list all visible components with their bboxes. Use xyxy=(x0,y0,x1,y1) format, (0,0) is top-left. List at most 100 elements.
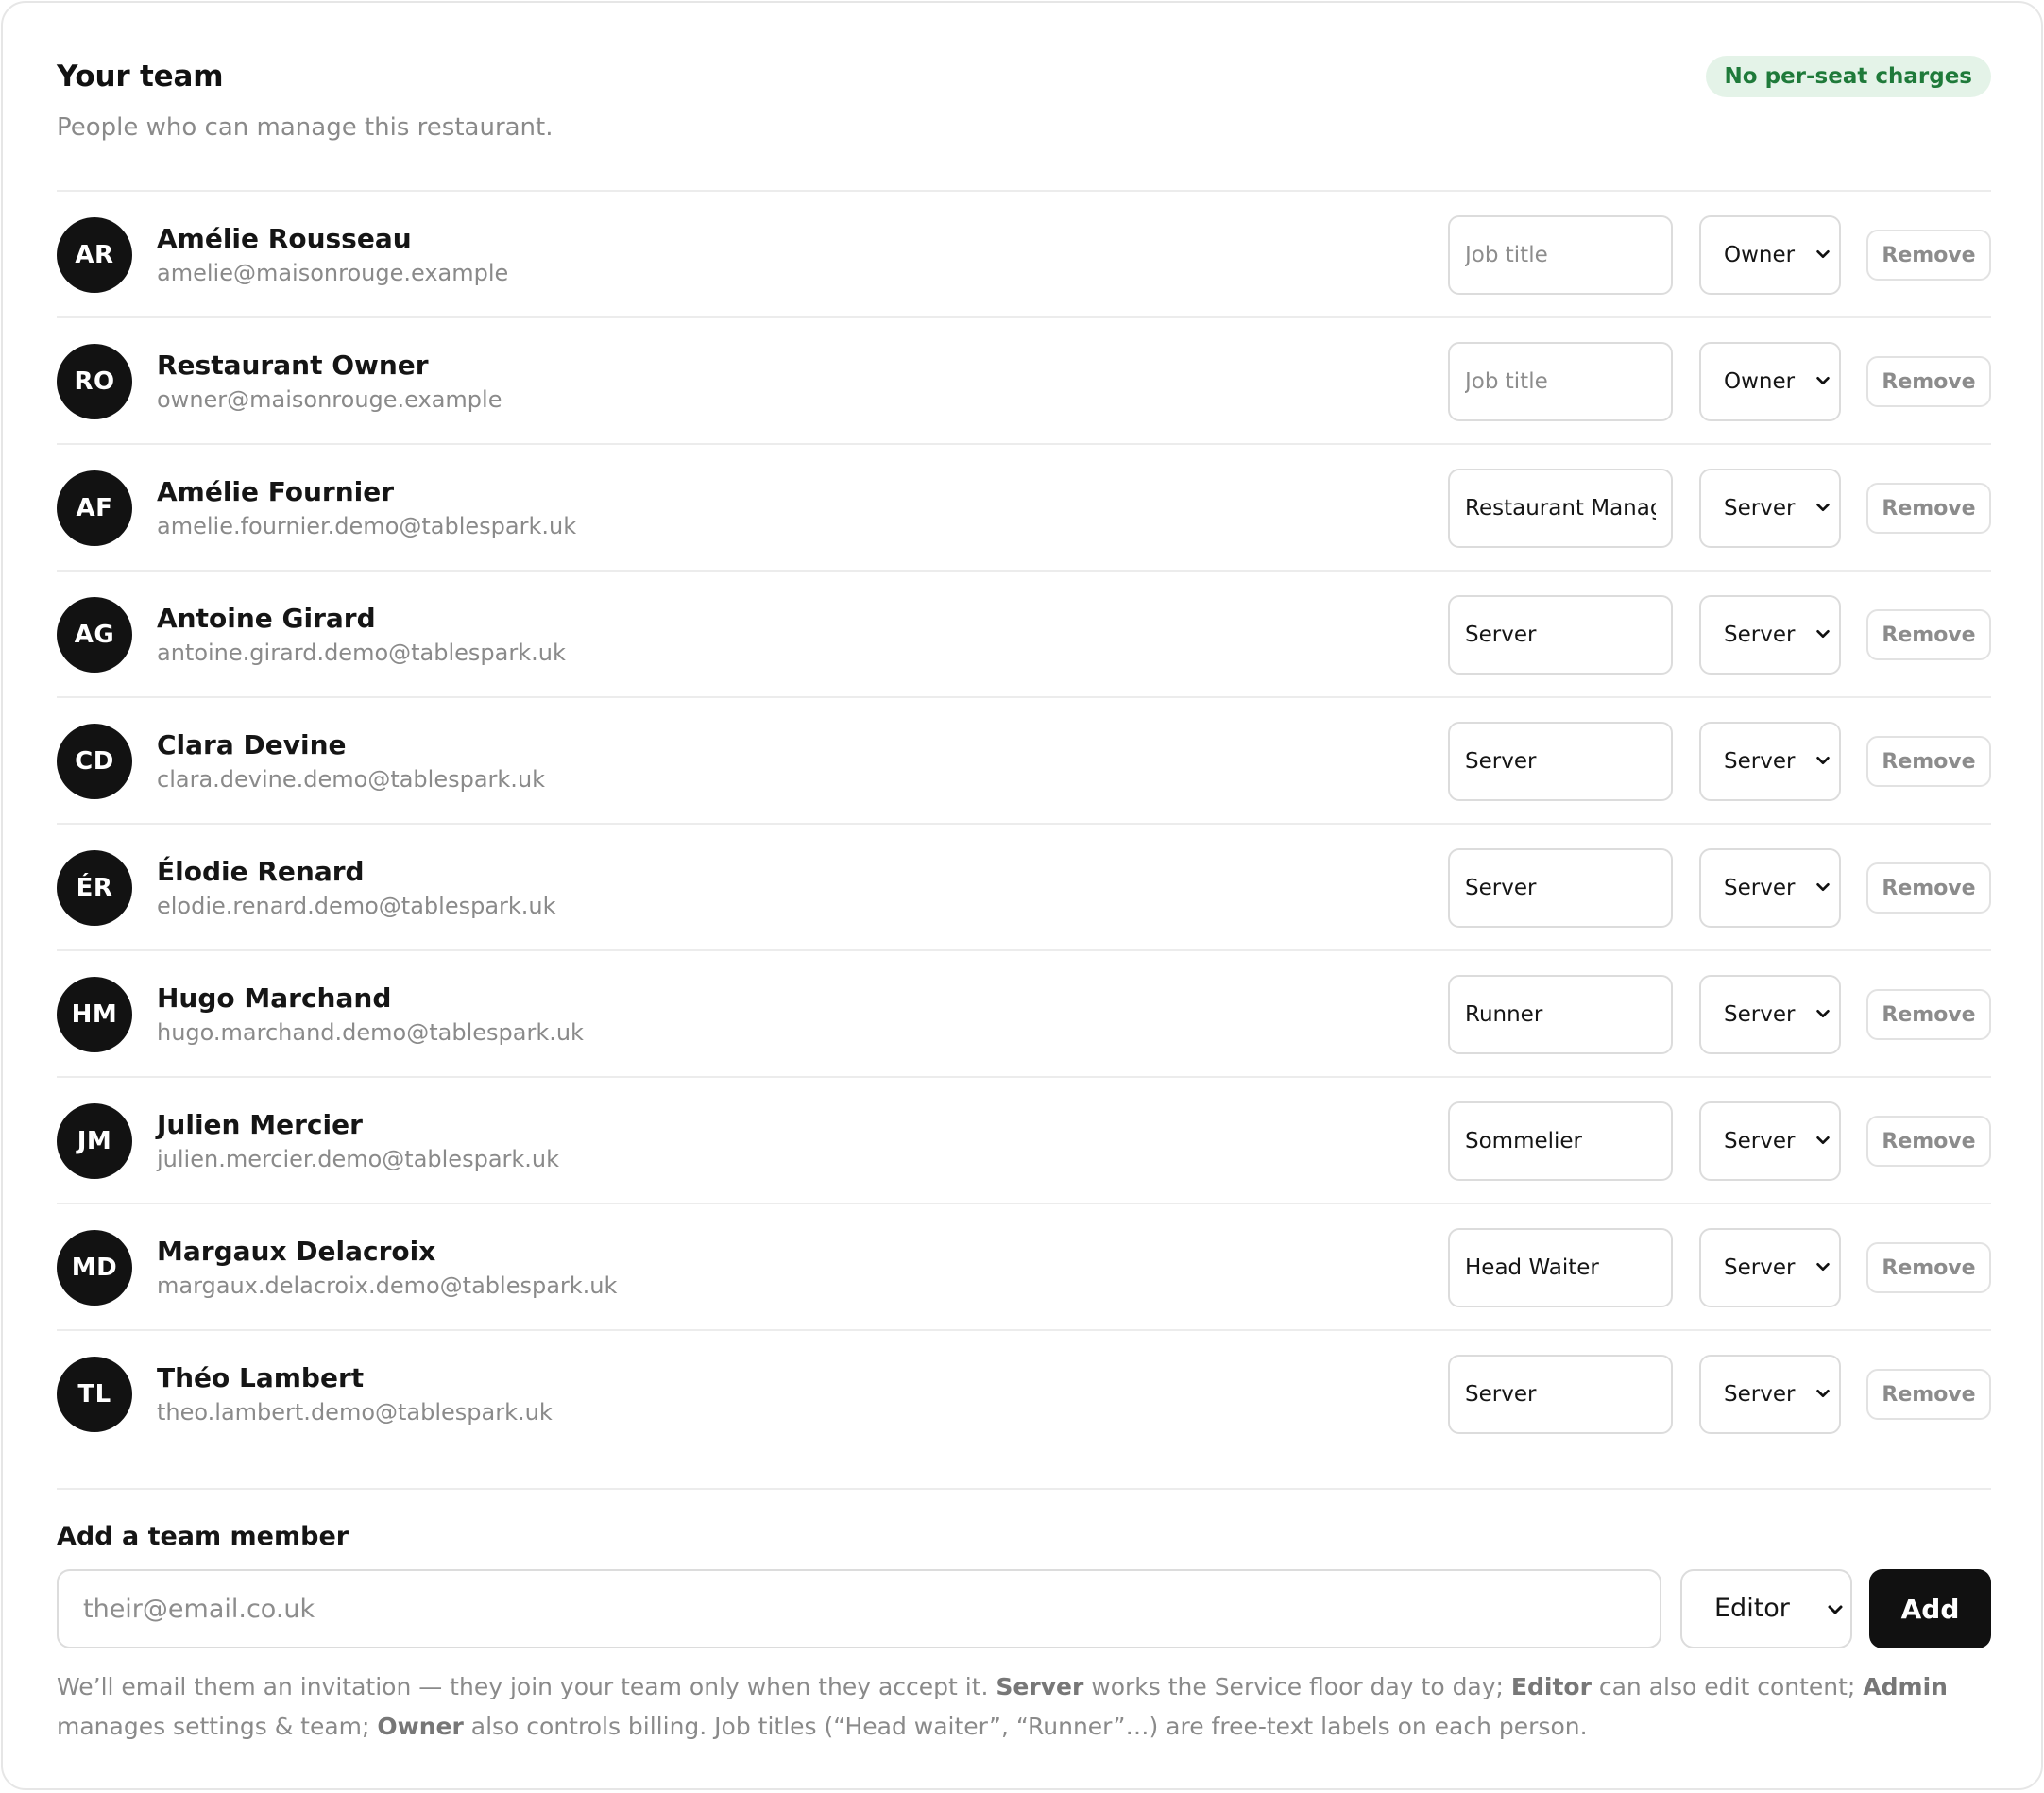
member-row: ÉR Élodie Renard elodie.renard.demo@tables… xyxy=(57,823,1991,949)
help-term-editor: Editor xyxy=(1510,1673,1592,1700)
member-email: amelie.fournier.demo@tablespark.uk xyxy=(157,513,577,539)
role-value: Server xyxy=(1724,876,1796,900)
role-value: Server xyxy=(1724,1002,1796,1027)
role-value: Server xyxy=(1724,1129,1796,1153)
member-name: Margaux Delacroix xyxy=(157,1236,436,1267)
team-card: Your team People who can manage this res… xyxy=(1,1,2043,1790)
member-row: AF Amélie Fournier amelie.fournier.demo@ta… xyxy=(57,443,1991,570)
role-select[interactable]: Server xyxy=(1699,722,1841,801)
member-email: theo.lambert.demo@tablespark.uk xyxy=(157,1399,553,1426)
invite-role-select[interactable]: Editor xyxy=(1680,1569,1852,1648)
role-select[interactable]: Server xyxy=(1699,1355,1841,1434)
chevron-down-icon xyxy=(1816,756,1830,765)
job-title-input[interactable] xyxy=(1448,469,1673,548)
help-intro: We’ll email them an invitation — they jo… xyxy=(57,1673,996,1700)
avatar: RO xyxy=(57,344,132,419)
remove-member-button[interactable]: Remove xyxy=(1866,862,1991,914)
avatar: TL xyxy=(57,1357,132,1432)
page-title: Your team xyxy=(57,60,224,94)
member-email: elodie.renard.demo@tablespark.uk xyxy=(157,893,556,919)
job-title-input[interactable] xyxy=(1448,1101,1673,1181)
help-desc-editor: can also edit content; xyxy=(1591,1673,1864,1700)
member-list: AR Amélie Rousseau amelie@maisonrouge.exam… xyxy=(57,190,1991,1456)
help-term-server: Server xyxy=(996,1673,1084,1700)
chevron-down-icon xyxy=(1816,1262,1830,1272)
chevron-down-icon xyxy=(1816,1009,1830,1018)
remove-member-button[interactable]: Remove xyxy=(1866,989,1991,1040)
job-title-input[interactable] xyxy=(1448,595,1673,675)
role-value: Server xyxy=(1724,1255,1796,1280)
role-value: Server xyxy=(1724,496,1796,521)
help-desc-owner: also controls billing. Job titles (“Head… xyxy=(463,1713,1588,1740)
chevron-down-icon xyxy=(1816,629,1830,639)
chevron-down-icon xyxy=(1828,1605,1843,1614)
page-subtitle: People who can manage this restaurant. xyxy=(57,113,554,142)
avatar: AR xyxy=(57,217,132,293)
add-member-section: Add a team member Editor Add We’ll email… xyxy=(57,1488,1991,1740)
remove-member-button[interactable]: Remove xyxy=(1866,230,1991,281)
role-select[interactable]: Server xyxy=(1699,469,1841,548)
chevron-down-icon xyxy=(1816,882,1830,892)
member-row: JM Julien Mercier julien.mercier.demo@tabl… xyxy=(57,1076,1991,1203)
role-value: Server xyxy=(1724,749,1796,774)
member-row: HM Hugo Marchand hugo.marchand.demo@tables… xyxy=(57,949,1991,1076)
job-title-input[interactable] xyxy=(1448,215,1673,295)
remove-member-button[interactable]: Remove xyxy=(1866,609,1991,660)
role-select[interactable]: Server xyxy=(1699,848,1841,928)
job-title-input[interactable] xyxy=(1448,722,1673,801)
job-title-input[interactable] xyxy=(1448,848,1673,928)
member-email: julien.mercier.demo@tablespark.uk xyxy=(157,1146,560,1172)
remove-member-button[interactable]: Remove xyxy=(1866,736,1991,787)
avatar: MD xyxy=(57,1230,132,1306)
chevron-down-icon xyxy=(1816,376,1830,385)
role-select[interactable]: Server xyxy=(1699,595,1841,675)
invite-email-input[interactable] xyxy=(57,1569,1661,1648)
member-email: hugo.marchand.demo@tablespark.uk xyxy=(157,1019,584,1046)
member-row: MD Margaux Delacroix margaux.delacroix.dem… xyxy=(57,1203,1991,1329)
role-select[interactable]: Server xyxy=(1699,1101,1841,1181)
avatar: CD xyxy=(57,724,132,799)
role-select[interactable]: Owner xyxy=(1699,215,1841,295)
help-desc-server: works the Service floor day to day; xyxy=(1083,1673,1511,1700)
avatar: JM xyxy=(57,1103,132,1179)
remove-member-button[interactable]: Remove xyxy=(1866,1369,1991,1420)
avatar: HM xyxy=(57,977,132,1052)
member-name: Julien Mercier xyxy=(157,1109,363,1140)
add-member-button[interactable]: Add xyxy=(1869,1569,1991,1648)
help-term-owner: Owner xyxy=(377,1713,464,1740)
role-value: Owner xyxy=(1724,369,1796,394)
member-email: antoine.girard.demo@tablespark.uk xyxy=(157,640,566,666)
remove-member-button[interactable]: Remove xyxy=(1866,1116,1991,1167)
remove-member-button[interactable]: Remove xyxy=(1866,483,1991,534)
member-email: margaux.delacroix.demo@tablespark.uk xyxy=(157,1272,618,1299)
member-email: clara.devine.demo@tablespark.uk xyxy=(157,766,546,793)
chevron-down-icon xyxy=(1816,1136,1830,1145)
member-name: Clara Devine xyxy=(157,729,347,760)
remove-member-button[interactable]: Remove xyxy=(1866,1242,1991,1293)
member-email: amelie@maisonrouge.example xyxy=(157,260,509,286)
role-value: Server xyxy=(1724,1382,1796,1407)
member-name: Hugo Marchand xyxy=(157,982,392,1014)
role-select[interactable]: Owner xyxy=(1699,342,1841,421)
role-select[interactable]: Server xyxy=(1699,975,1841,1054)
member-row: AR Amélie Rousseau amelie@maisonrouge.exam… xyxy=(57,190,1991,316)
member-row: RO Restaurant Owner owner@maisonrouge.exam… xyxy=(57,316,1991,443)
help-desc-admin: manages settings & team; xyxy=(57,1713,378,1740)
role-value: Owner xyxy=(1724,243,1796,267)
job-title-input[interactable] xyxy=(1448,1228,1673,1307)
member-name: Amélie Fournier xyxy=(157,476,395,507)
chevron-down-icon xyxy=(1816,503,1830,512)
member-row: CD Clara Devine clara.devine.demo@tablespa… xyxy=(57,696,1991,823)
team-header: Your team People who can manage this res… xyxy=(57,56,1991,160)
role-value: Server xyxy=(1724,623,1796,647)
member-row: TL Théo Lambert theo.lambert.demo@tablespa… xyxy=(57,1329,1991,1456)
job-title-input[interactable] xyxy=(1448,975,1673,1054)
remove-member-button[interactable]: Remove xyxy=(1866,356,1991,407)
job-title-input[interactable] xyxy=(1448,1355,1673,1434)
avatar: ÉR xyxy=(57,850,132,926)
role-select[interactable]: Server xyxy=(1699,1228,1841,1307)
member-name: Antoine Girard xyxy=(157,603,376,634)
member-name: Théo Lambert xyxy=(157,1362,365,1393)
chevron-down-icon xyxy=(1816,249,1830,259)
job-title-input[interactable] xyxy=(1448,342,1673,421)
